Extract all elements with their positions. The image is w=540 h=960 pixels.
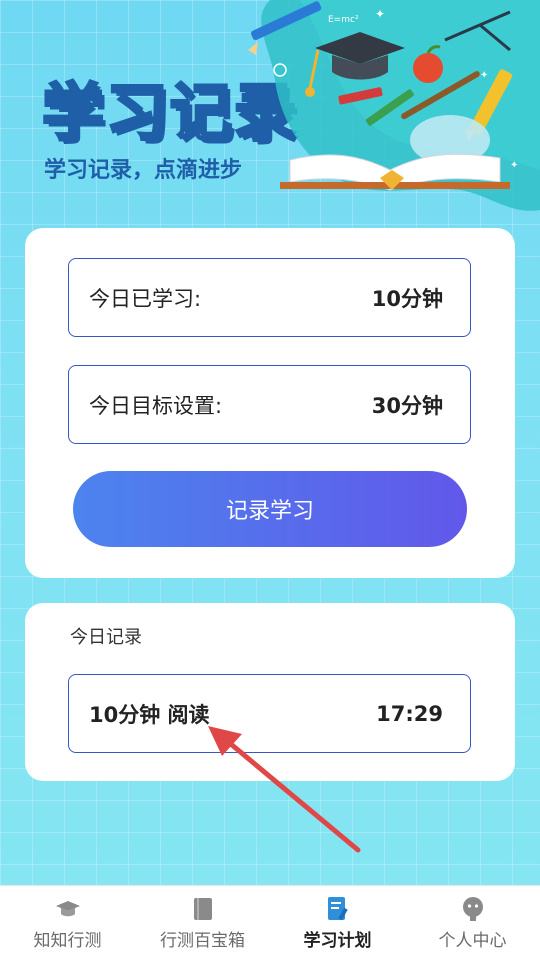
- studied-today-row: 今日已学习: 10分钟: [68, 258, 471, 337]
- person-icon: [460, 896, 486, 922]
- tab-profile[interactable]: 个人中心: [405, 886, 540, 960]
- svg-text:✦: ✦: [480, 70, 488, 81]
- daily-goal-value: 30分钟: [371, 393, 443, 418]
- today-log-title: 今日记录: [70, 627, 142, 648]
- tab-label: 知知行测: [33, 930, 102, 951]
- book-icon: [190, 896, 216, 922]
- svg-text:E=mc²: E=mc²: [328, 15, 359, 25]
- bottom-tab-bar: 知知行测 行测百宝箱 学习计划 个人中心: [0, 885, 540, 960]
- daily-goal-label: 今日目标设置:: [89, 393, 223, 418]
- tab-label: 学习计划: [303, 930, 372, 951]
- graduation-cap-icon: [55, 896, 81, 922]
- daily-goal-row[interactable]: 今日目标设置: 30分钟: [68, 365, 471, 444]
- notepad-pen-icon: [325, 896, 351, 922]
- annotation-arrow: [208, 726, 361, 853]
- studied-today-label: 今日已学习:: [89, 286, 202, 311]
- record-study-button[interactable]: 记录学习: [73, 471, 467, 547]
- today-summary-card: 今日已学习: 10分钟 今日目标设置: 30分钟 记录学习: [25, 228, 515, 578]
- log-entry-text: 10分钟 阅读: [89, 702, 210, 727]
- tab-toolbox[interactable]: 行测百宝箱: [135, 886, 270, 960]
- svg-text:✦: ✦: [375, 7, 385, 21]
- tab-label: 行测百宝箱: [160, 930, 245, 951]
- school-supplies-illustration: E=mc² ✦ ✦ ✦: [248, 0, 540, 211]
- tab-study-plan[interactable]: 学习计划: [270, 886, 405, 960]
- header-banner: 学习记录 学习记录，点滴进步 E=mc² ✦ ✦ ✦: [0, 0, 540, 220]
- log-entry-time: 17:29: [376, 701, 443, 726]
- tab-label: 个人中心: [438, 930, 507, 951]
- svg-text:✦: ✦: [510, 160, 518, 171]
- studied-today-value: 10分钟: [371, 286, 443, 311]
- tab-zhizhi-xingce[interactable]: 知知行测: [0, 886, 135, 960]
